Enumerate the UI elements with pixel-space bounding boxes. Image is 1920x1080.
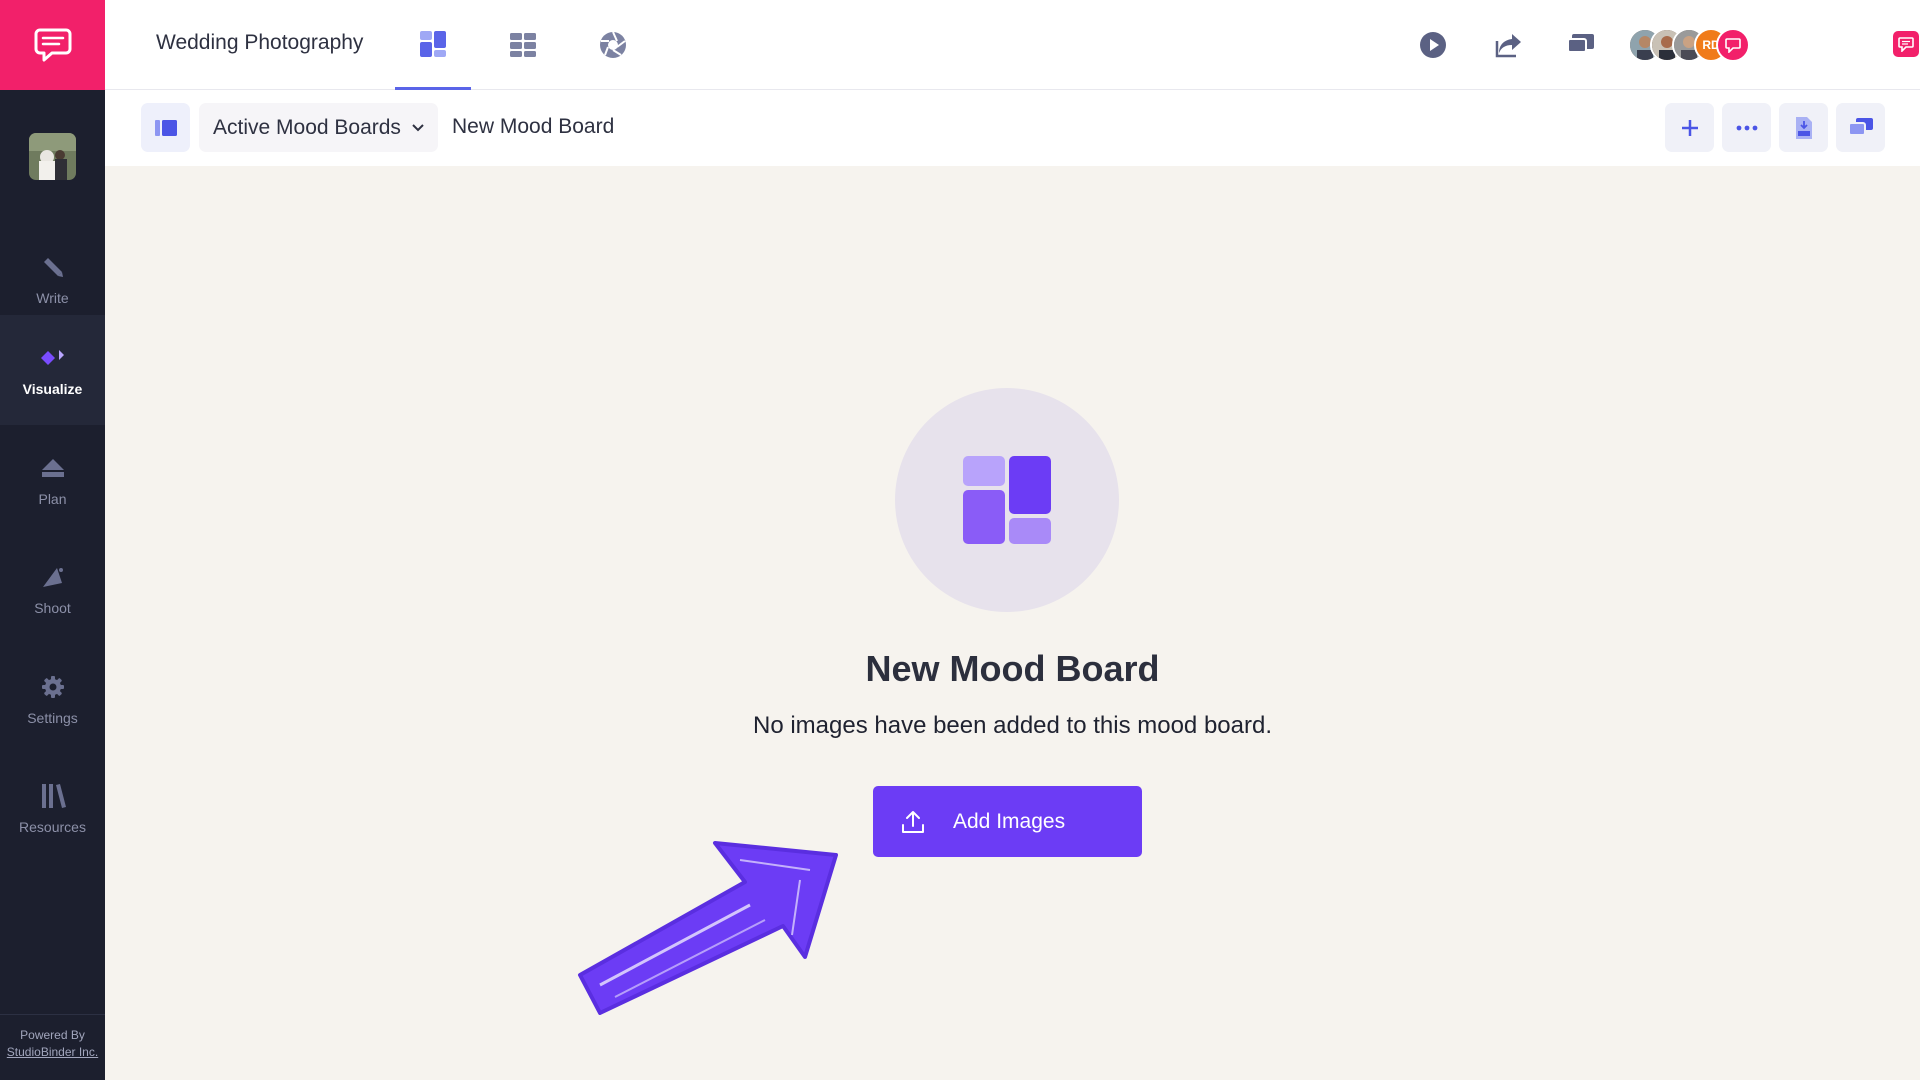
sidebar-item-visualize[interactable]: Visualize bbox=[0, 315, 105, 425]
shoot-icon bbox=[38, 562, 68, 592]
visualize-icon bbox=[38, 343, 68, 373]
app-logo[interactable] bbox=[0, 0, 105, 90]
present-button[interactable] bbox=[1563, 27, 1599, 63]
present-icon bbox=[1847, 117, 1873, 136]
add-button[interactable] bbox=[1665, 103, 1714, 152]
sidebar-item-shoot[interactable]: Shoot bbox=[0, 534, 105, 644]
sidebar: Write Visualize Plan Shoot Settings Reso… bbox=[0, 0, 105, 1080]
add-images-label: Add Images bbox=[953, 809, 1066, 833]
more-icon bbox=[1736, 125, 1757, 130]
panel-toggle-button[interactable] bbox=[141, 103, 190, 152]
play-button[interactable] bbox=[1415, 27, 1451, 63]
project-thumbnail[interactable] bbox=[29, 133, 76, 180]
sidebar-item-plan[interactable]: Plan bbox=[0, 425, 105, 535]
messages-button[interactable] bbox=[1893, 31, 1919, 57]
aperture-icon bbox=[600, 31, 626, 58]
sidebar-item-label: Visualize bbox=[22, 381, 83, 397]
empty-state-title: New Mood Board bbox=[865, 648, 1160, 689]
tab-mood-boards[interactable] bbox=[395, 0, 471, 90]
add-images-button[interactable]: Add Images bbox=[873, 786, 1142, 857]
more-options-button[interactable] bbox=[1722, 103, 1771, 152]
powered-by: Powered By StudioBinder Inc. bbox=[0, 1014, 105, 1080]
mood-board-icon bbox=[963, 456, 1051, 544]
shot-grid-icon bbox=[510, 33, 536, 57]
pdf-download-icon bbox=[1795, 116, 1812, 139]
annotation-arrow-icon bbox=[578, 841, 838, 1015]
board-filter-dropdown[interactable]: Active Mood Boards bbox=[199, 103, 438, 152]
play-icon bbox=[1420, 32, 1446, 58]
share-button[interactable] bbox=[1491, 27, 1527, 63]
powered-by-label: Powered By bbox=[20, 1028, 85, 1042]
chat-bubble-icon bbox=[1725, 37, 1741, 53]
chat-bubble-logo-icon bbox=[34, 28, 71, 62]
sidebar-item-label: Resources bbox=[19, 819, 86, 835]
board-name[interactable]: New Mood Board bbox=[452, 115, 614, 139]
board-toolbar: Active Mood Boards New Mood Board bbox=[105, 90, 1920, 166]
present-icon bbox=[1567, 34, 1594, 53]
books-icon bbox=[38, 781, 68, 811]
pdf-export-button[interactable] bbox=[1779, 103, 1828, 152]
board-filter-label: Active Mood Boards bbox=[213, 115, 401, 139]
company-link[interactable]: StudioBinder Inc. bbox=[0, 1044, 105, 1061]
collaborator-avatars[interactable]: RD bbox=[1628, 28, 1750, 62]
tab-camera[interactable] bbox=[575, 0, 651, 90]
tab-shot-grid[interactable] bbox=[485, 0, 561, 90]
project-title: Wedding Photography bbox=[156, 31, 364, 54]
avatar-studiobinder[interactable] bbox=[1716, 28, 1750, 62]
upload-icon bbox=[873, 809, 953, 835]
sidebar-item-label: Shoot bbox=[34, 600, 71, 616]
sidebar-panel-icon bbox=[154, 119, 177, 136]
sidebar-item-label: Write bbox=[36, 290, 69, 306]
sidebar-item-resources[interactable]: Resources bbox=[0, 753, 105, 863]
mood-board-icon bbox=[420, 30, 446, 57]
chat-bubble-icon bbox=[1898, 36, 1914, 52]
empty-state-illustration bbox=[895, 388, 1119, 612]
chevron-down-icon bbox=[412, 123, 424, 131]
empty-state-description: No images have been added to this mood b… bbox=[752, 712, 1272, 739]
add-icon bbox=[1681, 119, 1698, 136]
share-icon bbox=[1495, 34, 1521, 58]
plan-icon bbox=[38, 453, 68, 483]
present-mode-button[interactable] bbox=[1836, 103, 1885, 152]
pencil-icon bbox=[38, 252, 68, 282]
top-header: Wedding Photography RD bbox=[105, 0, 1920, 90]
sidebar-item-label: Plan bbox=[38, 491, 67, 507]
